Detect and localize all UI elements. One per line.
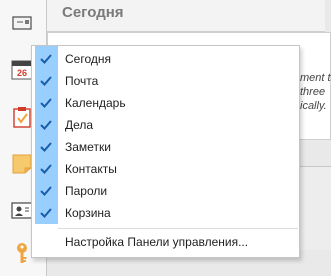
menu-item-label: Заметки <box>65 140 111 154</box>
menu-item-label: Календарь <box>65 96 126 110</box>
mail-icon[interactable] <box>9 8 35 34</box>
background-text: ically. <box>300 100 327 112</box>
menu-item-label: Контакты <box>65 162 117 176</box>
checkmark-icon <box>39 184 53 198</box>
sidebar-customize-menu: Сегодня Почта Календарь Дела Заметки Кон… <box>31 45 300 258</box>
calendar-day: 26 <box>17 68 27 78</box>
today-header: Сегодня <box>47 0 325 32</box>
checkmark-icon <box>39 52 53 66</box>
menu-item-today[interactable]: Сегодня <box>32 48 299 70</box>
menu-item-mail[interactable]: Почта <box>32 70 299 92</box>
menu-item-label: Сегодня <box>65 52 111 66</box>
menu-item-label: Настройка Панели управления... <box>65 235 249 249</box>
page-title: Сегодня <box>62 4 124 21</box>
checkmark-icon <box>39 96 53 110</box>
background-text: ment th <box>300 72 331 84</box>
checkmark-icon <box>39 162 53 176</box>
checkmark-icon <box>39 206 53 220</box>
menu-item-trash[interactable]: Корзина <box>32 202 299 224</box>
menu-separator <box>58 228 298 229</box>
checkmark-icon <box>39 118 53 132</box>
menu-item-customize-panel[interactable]: Настройка Панели управления... <box>32 231 299 253</box>
menu-item-calendar[interactable]: Календарь <box>32 92 299 114</box>
menu-item-passwords[interactable]: Пароли <box>32 180 299 202</box>
background-text: three <box>300 86 326 98</box>
menu-item-label: Пароли <box>65 184 108 198</box>
checkmark-icon <box>39 140 53 154</box>
checkmark-icon <box>39 74 53 88</box>
menu-item-notes[interactable]: Заметки <box>32 136 299 158</box>
menu-item-label: Дела <box>65 118 94 132</box>
menu-item-tasks[interactable]: Дела <box>32 114 299 136</box>
menu-item-label: Корзина <box>65 206 111 220</box>
menu-item-contacts[interactable]: Контакты <box>32 158 299 180</box>
menu-item-label: Почта <box>65 74 99 88</box>
